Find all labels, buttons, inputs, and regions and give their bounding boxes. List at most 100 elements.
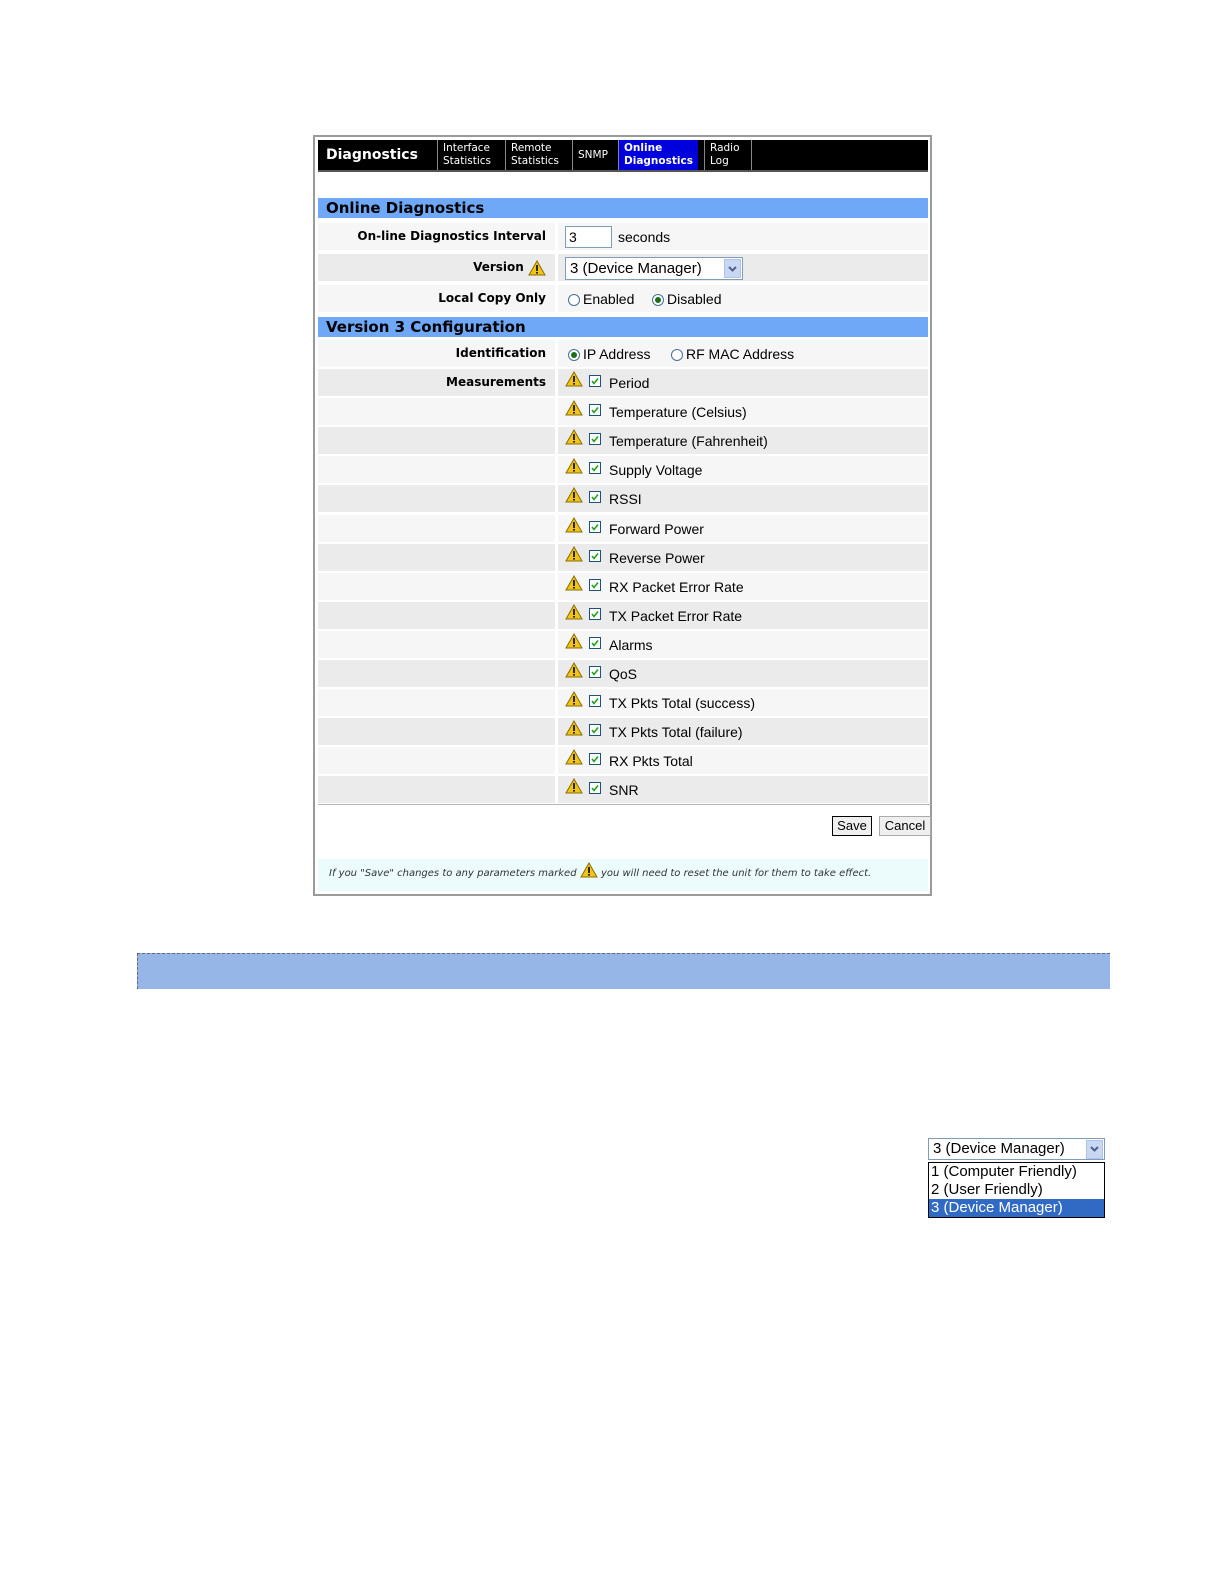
warning-icon [579, 862, 598, 878]
measurement-label: Alarms [609, 636, 653, 653]
tab-radio-log[interactable]: Radio Log [704, 140, 752, 170]
nav-brand: Diagnostics [326, 147, 418, 163]
ident-ip-option[interactable]: IP Address [568, 341, 650, 368]
dropdown-option-selected[interactable]: 3 (Device Manager) [929, 1199, 1104, 1217]
warning-icon [528, 259, 546, 276]
measurement-checkbox[interactable] [589, 782, 601, 795]
measurement-label: Reverse Power [609, 549, 705, 566]
measurement-label: SNR [609, 782, 639, 799]
identification-label: Identification [318, 340, 555, 367]
measurement-row: Supply Voltage [318, 456, 928, 484]
dropdown-option[interactable]: 2 (User Friendly) [929, 1181, 1104, 1199]
ident-mac-option[interactable]: RF MAC Address [671, 341, 794, 368]
measurement-label: QoS [609, 666, 638, 682]
radio-button-selected[interactable] [652, 294, 664, 307]
measurement-row: TX Pkts Total (failure) [318, 718, 928, 746]
measurement-checkbox[interactable] [589, 549, 601, 562]
measurement-label: RSSI [609, 491, 642, 508]
interval-input[interactable]: 3 [565, 226, 612, 248]
warning-icon [565, 749, 583, 765]
save-button[interactable]: Save [832, 816, 872, 836]
measurement-checkbox[interactable] [589, 462, 601, 475]
measurement-row: TX Pkts Total (success) [318, 689, 928, 717]
measurement-label: TX Pkts Total (success) [609, 695, 756, 712]
measurement-checkbox[interactable] [589, 695, 601, 708]
measurement-checkbox[interactable] [589, 433, 601, 446]
measurement-checkbox[interactable] [589, 578, 601, 591]
section-version3-config: Version 3 Configuration [318, 317, 928, 337]
measurement-label: Temperature (Celsius) [609, 404, 747, 421]
warning-icon [565, 400, 583, 416]
version-select[interactable]: 3 (Device Manager) [565, 257, 743, 280]
cancel-button[interactable]: Cancel [879, 816, 931, 836]
version-dropdown-options: 1 (Computer Friendly) 2 (User Friendly) … [928, 1162, 1105, 1218]
tab-online-diagnostics[interactable]: Online Diagnostics [618, 140, 698, 170]
local-copy-disabled-option[interactable]: Disabled [652, 286, 721, 313]
warning-icon [565, 603, 583, 620]
warning-icon [565, 429, 583, 445]
measurement-label: Period [609, 375, 650, 391]
measurement-label: Supply Voltage [609, 462, 703, 479]
dropdown-option[interactable]: 1 (Computer Friendly) [929, 1163, 1104, 1181]
measurement-row: Reverse Power [318, 543, 928, 571]
warning-icon [565, 662, 583, 678]
measurement-row: SNR [318, 776, 928, 804]
row-interval: On-line Diagnostics Interval 3 seconds [318, 223, 928, 250]
measurement-row: Temperature (Celsius) [318, 398, 928, 426]
measurement-checkbox[interactable] [589, 520, 601, 533]
version-dropdown-closeup[interactable]: 3 (Device Manager) [928, 1138, 1105, 1160]
measurement-checkbox[interactable] [589, 404, 601, 417]
measurement-checkbox[interactable] [589, 607, 601, 620]
measurements-label: Measurements [446, 375, 546, 389]
warning-icon [565, 545, 583, 562]
version-label: Version [473, 260, 524, 274]
tab-interface-statistics[interactable]: Interface Statistics [437, 140, 496, 170]
measurement-checkbox[interactable] [589, 636, 601, 649]
radio-button-selected[interactable] [568, 349, 580, 362]
tab-snmp[interactable]: SNMP [572, 140, 613, 170]
warning-icon [565, 691, 583, 707]
measurement-checkbox[interactable] [589, 375, 601, 387]
warning-icon [565, 371, 583, 387]
radio-button[interactable] [568, 294, 580, 307]
measurement-row: Alarms [318, 630, 928, 658]
diagnostics-panel: Diagnostics Interface Statistics Remote … [313, 135, 932, 896]
chevron-down-icon[interactable] [724, 259, 741, 278]
measurement-label: RX Pkts Total [609, 753, 693, 770]
measurement-row: Forward Power [318, 514, 928, 542]
chevron-down-icon[interactable] [1086, 1140, 1103, 1159]
measurement-row: RSSI [318, 485, 928, 513]
warning-icon [565, 574, 583, 591]
warning-icon [565, 516, 583, 533]
measurement-row: TX Packet Error Rate [318, 601, 928, 629]
measurement-checkbox[interactable] [589, 491, 601, 504]
warning-icon [565, 487, 583, 503]
measurement-checkbox[interactable] [589, 666, 601, 678]
measurement-row: Measurements Period [318, 369, 928, 396]
measurement-checkbox[interactable] [589, 724, 601, 737]
measurement-label: Forward Power [609, 520, 704, 537]
measurement-label: TX Pkts Total (failure) [609, 724, 743, 741]
warning-icon [565, 458, 583, 474]
top-nav: Diagnostics Interface Statistics Remote … [318, 140, 928, 172]
measurement-row: RX Packet Error Rate [318, 572, 928, 600]
measurement-row: QoS [318, 660, 928, 687]
local-copy-enabled-option[interactable]: Enabled [568, 286, 634, 313]
divider [318, 804, 932, 805]
row-local-copy: Local Copy Only Enabled Disabled [318, 285, 928, 312]
local-copy-label: Local Copy Only [318, 285, 555, 312]
interval-label: On-line Diagnostics Interval [318, 223, 555, 250]
row-version: Version 3 (Device Manager) [318, 254, 928, 281]
radio-button[interactable] [671, 349, 683, 362]
row-identification: Identification IP Address RF MAC Address [318, 340, 928, 367]
footnote: If you "Save" changes to any parameters … [318, 859, 928, 891]
warning-icon [565, 632, 583, 649]
tab-remote-statistics[interactable]: Remote Statistics [505, 140, 564, 170]
measurement-row: Temperature (Fahrenheit) [318, 427, 928, 455]
measurement-label: RX Packet Error Rate [609, 578, 744, 595]
measurement-label: TX Packet Error Rate [609, 607, 743, 624]
measurement-label: Temperature (Fahrenheit) [609, 433, 768, 450]
interval-unit: seconds [618, 229, 671, 245]
measurement-checkbox[interactable] [589, 753, 601, 766]
warning-icon [565, 778, 583, 794]
